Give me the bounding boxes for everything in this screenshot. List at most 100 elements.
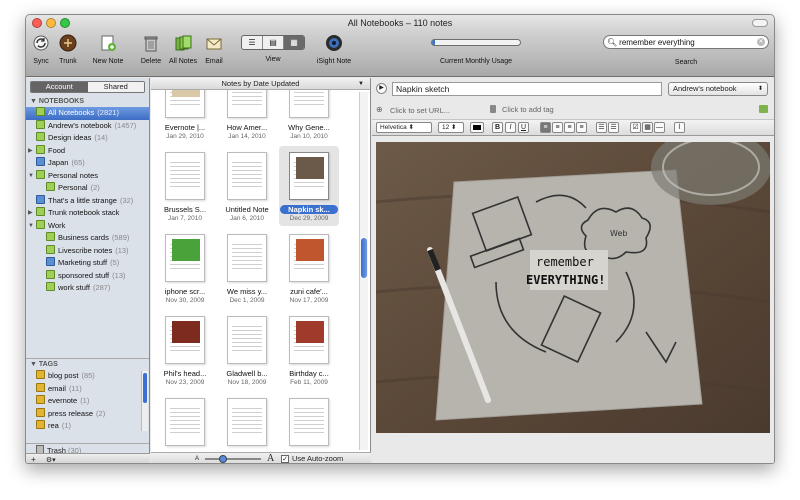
note-card[interactable]: Untitled Note Jan 6, 2010	[217, 146, 277, 226]
note-card[interactable]: Evernote |... Jan 29, 2010	[155, 90, 215, 144]
underline-button[interactable]: U	[518, 122, 529, 133]
notebooks-header[interactable]: ▼ NOTEBOOKS	[26, 96, 149, 107]
tab-account[interactable]: Account	[31, 82, 88, 92]
notebook-icon	[46, 182, 55, 191]
numbered-list-icon[interactable]: ☰	[608, 122, 619, 133]
sidebar-notebook-item[interactable]: Marketing stuff (5)	[26, 257, 149, 270]
note-card[interactable]: Phil's head... Nov 23, 2009	[155, 310, 215, 390]
add-notebook-button[interactable]: +	[31, 455, 36, 463]
sidebar-notebook-item[interactable]: Design ideas (14)	[26, 132, 149, 145]
sidebar-notebook-item[interactable]: ▼ Work	[26, 219, 149, 233]
note-card[interactable]: Birthday c... Feb 11, 2009	[279, 310, 339, 390]
note-card[interactable]: How Amer... Jan 14, 2010	[217, 90, 277, 144]
note-title-input[interactable]: Napkin sketch	[392, 82, 662, 96]
sort-header[interactable]: Notes by Date Updated ▼	[151, 78, 370, 90]
gear-icon[interactable]: ⚙▾	[46, 457, 56, 463]
clear-search-icon[interactable]: ✕	[757, 38, 765, 46]
tags-header[interactable]: ▼ TAGS	[26, 359, 149, 370]
bulleted-list-icon[interactable]: ☰	[596, 122, 607, 133]
tab-shared[interactable]: Shared	[87, 82, 144, 92]
thumbnail-view-icon[interactable]: ▦	[284, 36, 304, 49]
notebook-label: Business cards	[58, 233, 109, 242]
checkbox-icon[interactable]: ☑	[630, 122, 641, 133]
sidebar-notebook-item[interactable]: Japan (65)	[26, 157, 149, 170]
tag-label: press release	[48, 408, 94, 418]
table-icon[interactable]: ▦	[642, 122, 653, 133]
justify-icon[interactable]: ≡	[576, 122, 587, 133]
notebook-select[interactable]: Andrew's notebook ⬍	[668, 82, 768, 96]
evernote-window: All Notebooks – 110 notes Sync Trunk New…	[25, 14, 775, 464]
notebook-label: Andrew's notebook	[48, 120, 112, 130]
sidebar-notebook-item[interactable]: That's a little strange (32)	[26, 194, 149, 208]
sidebar-notebook-item[interactable]: ▼ Personal notes	[26, 169, 149, 183]
trunk-button[interactable]: Trunk	[54, 34, 82, 65]
note-card[interactable]: Why Gene... Jan 10, 2010	[279, 90, 339, 144]
info-icon[interactable]	[759, 105, 768, 113]
add-tag-field[interactable]: Click to add tag	[502, 105, 554, 114]
snippet-view-icon[interactable]: ▤	[263, 36, 284, 49]
sidebar-tag-item[interactable]: email (11)	[26, 382, 149, 396]
note-list-scrollbar[interactable]	[359, 92, 368, 450]
align-right-icon[interactable]: ≡	[564, 122, 575, 133]
scrollbar-thumb[interactable]	[361, 238, 367, 278]
note-card[interactable]	[155, 392, 215, 452]
zoom-slider-knob[interactable]	[219, 455, 227, 463]
note-card-date: Nov 18, 2009	[227, 379, 267, 386]
tags-scrollbar[interactable]	[141, 371, 148, 431]
isight-note-button[interactable]: iSight Note	[312, 34, 356, 65]
sync-button[interactable]: Sync	[30, 34, 52, 65]
text-color-button[interactable]	[470, 122, 484, 133]
font-select[interactable]: Helvetica ⬍	[376, 122, 432, 133]
auto-zoom-checkbox[interactable]: ✓	[281, 455, 289, 463]
disclosure-triangle-icon[interactable]: ▼	[28, 170, 34, 183]
sidebar-notebook-item[interactable]: sponsored stuff (13)	[26, 269, 149, 283]
sidebar-tag-item[interactable]: press release (2)	[26, 407, 149, 421]
note-card[interactable]: zuni cafe'... Nov 17, 2009	[279, 228, 339, 308]
disclosure-triangle-icon: ▼	[30, 361, 39, 368]
note-thumbnail	[289, 90, 329, 118]
note-card[interactable]: Napkin sk... Dec 29, 2009	[279, 146, 339, 226]
disclosure-triangle-icon[interactable]: ▼	[28, 220, 34, 233]
align-center-icon[interactable]: ≡	[552, 122, 563, 133]
note-card[interactable]	[217, 392, 277, 452]
note-card[interactable]: Gladwell b... Nov 18, 2009	[217, 310, 277, 390]
attachment-icon[interactable]: ⌇	[674, 122, 685, 133]
italic-button[interactable]: I	[505, 122, 516, 133]
sidebar-tag-item[interactable]: blog post (85)	[26, 370, 149, 383]
sidebar-notebook-item[interactable]: work stuff (287)	[26, 282, 149, 295]
disclosure-triangle-icon[interactable]: ▶	[28, 145, 33, 158]
sidebar-notebook-item[interactable]: Andrew's notebook (1457)	[26, 119, 149, 133]
new-note-button[interactable]: New Note	[90, 34, 126, 65]
note-card[interactable]: Brussels S... Jan 7, 2010	[155, 146, 215, 226]
notebook-label: Food	[48, 145, 66, 155]
notebook-icon	[46, 257, 55, 266]
horizontal-rule-icon[interactable]: —	[654, 122, 665, 133]
disclosure-triangle-icon[interactable]: ▶	[28, 207, 33, 220]
sidebar-notebook-item[interactable]: Business cards (589)	[26, 232, 149, 245]
email-button[interactable]: Email	[202, 34, 226, 65]
all-notes-button[interactable]: All Notes	[166, 34, 200, 65]
search-input[interactable]: 🔍︎ remember everything ✕	[603, 35, 769, 49]
sidebar-notebook-item[interactable]: Personal (2)	[26, 182, 149, 195]
size-select[interactable]: 12 ⬍	[438, 122, 464, 133]
note-card[interactable]	[279, 392, 339, 452]
trash-icon	[144, 36, 158, 52]
sidebar-tag-item[interactable]: rea (1)	[26, 420, 149, 433]
note-card[interactable]: We miss y... Dec 1, 2009	[217, 228, 277, 308]
zoom-slider[interactable]	[205, 455, 261, 463]
note-card-title: Untitled Note	[225, 205, 269, 214]
align-left-icon[interactable]: ≡	[540, 122, 551, 133]
note-card[interactable]: iphone scr... Nov 30, 2009	[155, 228, 215, 308]
sidebar-tag-item[interactable]: evernote (1)	[26, 395, 149, 408]
sidebar-notebook-item[interactable]: All Notebooks (2821)	[26, 107, 149, 120]
list-view-icon[interactable]: ☰	[242, 36, 263, 49]
bold-button[interactable]: B	[492, 122, 503, 133]
sidebar-notebook-item[interactable]: ▶ Trunk notebook stack	[26, 207, 149, 220]
delete-button[interactable]: Delete	[138, 34, 164, 65]
sidebar-notebook-item[interactable]: ▶ Food	[26, 144, 149, 158]
set-url-field[interactable]: Click to set URL...	[390, 106, 450, 115]
play-icon[interactable]: ▶	[376, 83, 387, 94]
notebook-count: (589)	[111, 233, 130, 242]
toolbar-toggle-button[interactable]	[752, 19, 768, 27]
sidebar-notebook-item[interactable]: Livescribe notes (13)	[26, 244, 149, 258]
